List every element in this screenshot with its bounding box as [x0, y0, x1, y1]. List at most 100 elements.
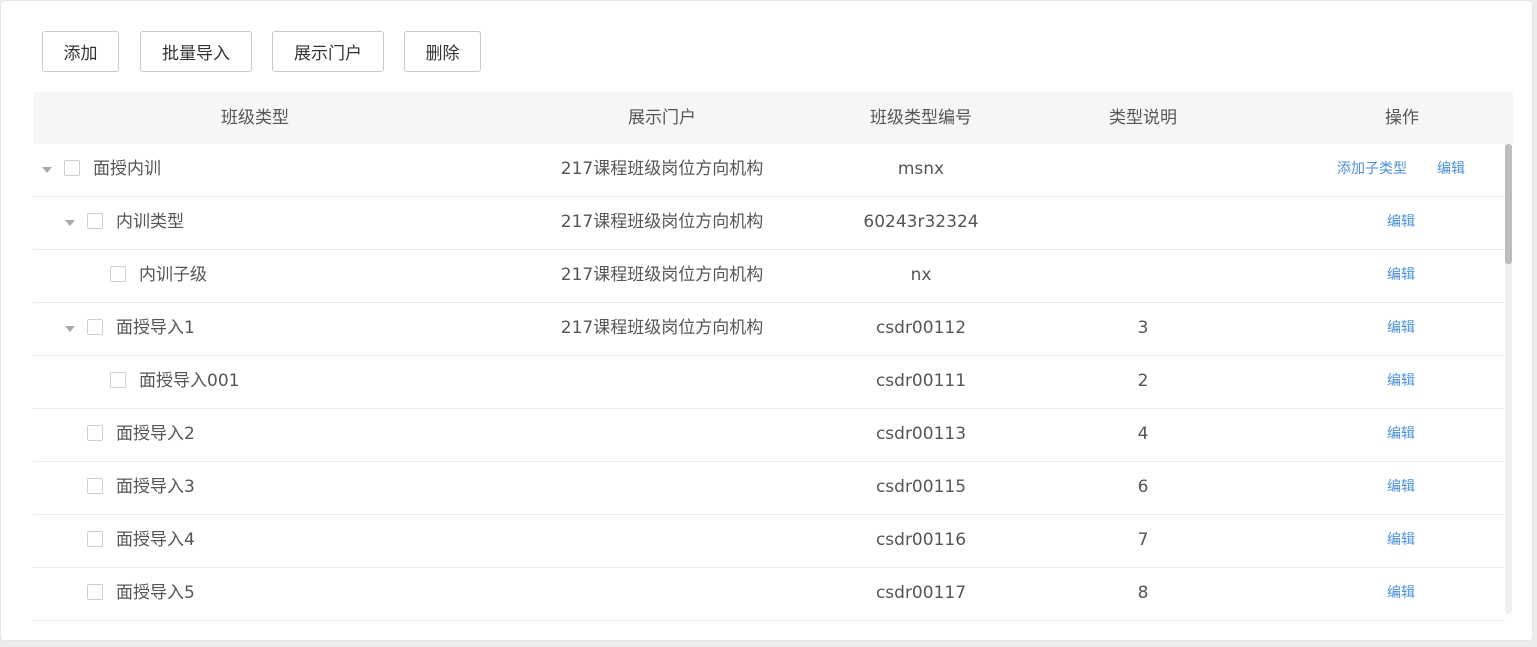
- actions-cell: 编辑: [1291, 409, 1513, 461]
- table-row: 面授导入1 217课程班级岗位方向机构 csdr00112 3 编辑: [33, 303, 1505, 356]
- row-checkbox[interactable]: [87, 425, 103, 441]
- content-panel: 添加 批量导入 展示门户 删除 班级类型 展示门户 班级类型编号 类型说明 操作…: [0, 0, 1533, 641]
- class-type-cell: 面授内训: [33, 144, 477, 196]
- add-button[interactable]: 添加: [42, 31, 119, 72]
- header-actions: 操作: [1385, 108, 1419, 128]
- expand-caret-icon[interactable]: [42, 167, 52, 173]
- class-type-cell: 面授导入5: [33, 568, 477, 620]
- table-row: 内训子级 217课程班级岗位方向机构 nx 编辑: [33, 250, 1505, 303]
- portal-cell: [477, 568, 847, 620]
- class-type-cell: 内训类型: [33, 197, 477, 249]
- actions-cell: 编辑: [1291, 250, 1513, 302]
- add-subtype-link[interactable]: 添加子类型: [1337, 144, 1407, 194]
- edit-link[interactable]: 编辑: [1387, 409, 1415, 459]
- class-type-name: 面授导入3: [116, 477, 195, 497]
- class-type-table: 班级类型 展示门户 班级类型编号 类型说明 操作 面授内训 217课程班级岗位方向…: [33, 92, 1513, 621]
- actions-cell: 编辑: [1291, 515, 1513, 567]
- edit-link[interactable]: 编辑: [1387, 568, 1415, 618]
- actions-cell: 编辑: [1291, 568, 1513, 620]
- edit-link[interactable]: 编辑: [1437, 144, 1465, 194]
- type-code-cell: csdr00115: [875, 477, 967, 497]
- header-class-type: 班级类型: [221, 108, 289, 128]
- type-desc-cell: [995, 250, 1291, 302]
- edit-link[interactable]: 编辑: [1387, 250, 1415, 300]
- class-type-cell: 面授导入2: [33, 409, 477, 461]
- type-code-cell: csdr00111: [875, 371, 967, 391]
- class-type-name: 面授导入4: [116, 530, 195, 550]
- type-code-cell: msnx: [897, 159, 945, 179]
- class-type-cell: 面授导入001: [33, 356, 477, 408]
- batch-import-button[interactable]: 批量导入: [140, 31, 252, 72]
- class-type-cell: 面授导入3: [33, 462, 477, 514]
- table-body: 面授内训 217课程班级岗位方向机构 msnx 添加子类型 编辑 内训类型 217课程班级岗…: [33, 144, 1505, 621]
- portal-cell: [477, 515, 847, 567]
- portal-cell: 217课程班级岗位方向机构: [560, 265, 764, 285]
- class-type-name: 面授内训: [93, 159, 161, 179]
- header-type-desc: 类型说明: [1109, 108, 1177, 128]
- actions-cell: 编辑: [1291, 197, 1513, 249]
- type-code-cell: csdr00113: [875, 424, 967, 444]
- vertical-scrollbar[interactable]: [1505, 144, 1512, 614]
- class-type-cell: 内训子级: [33, 250, 477, 302]
- portal-cell: [477, 356, 847, 408]
- table-row: 内训类型 217课程班级岗位方向机构 60243r32324 编辑: [33, 197, 1505, 250]
- table-row: 面授导入5 csdr00117 8 编辑: [33, 568, 1505, 621]
- scrollbar-thumb[interactable]: [1505, 144, 1512, 264]
- expand-caret-icon[interactable]: [65, 326, 75, 332]
- class-type-name: 面授导入1: [116, 318, 195, 338]
- edit-link[interactable]: 编辑: [1387, 197, 1415, 247]
- type-desc-cell: 8: [1137, 583, 1149, 603]
- expand-caret-icon[interactable]: [65, 220, 75, 226]
- portal-cell: [477, 462, 847, 514]
- row-checkbox[interactable]: [110, 266, 126, 282]
- table-row: 面授导入3 csdr00115 6 编辑: [33, 462, 1505, 515]
- class-type-name: 内训类型: [116, 212, 184, 232]
- edit-link[interactable]: 编辑: [1387, 515, 1415, 565]
- type-code-cell: csdr00112: [875, 318, 967, 338]
- portal-cell: 217课程班级岗位方向机构: [560, 212, 764, 232]
- table-row: 面授内训 217课程班级岗位方向机构 msnx 添加子类型 编辑: [33, 144, 1505, 197]
- class-type-name: 面授导入001: [139, 371, 240, 391]
- class-type-cell: 面授导入4: [33, 515, 477, 567]
- row-checkbox[interactable]: [87, 478, 103, 494]
- type-desc-cell: 4: [1137, 424, 1149, 444]
- table-row: 面授导入2 csdr00113 4 编辑: [33, 409, 1505, 462]
- actions-cell: 编辑: [1291, 303, 1513, 355]
- actions-cell: 编辑: [1291, 356, 1513, 408]
- class-type-name: 面授导入5: [116, 583, 195, 603]
- portal-cell: 217课程班级岗位方向机构: [560, 318, 764, 338]
- row-checkbox[interactable]: [64, 160, 80, 176]
- edit-link[interactable]: 编辑: [1387, 356, 1415, 406]
- table-row: 面授导入001 csdr00111 2 编辑: [33, 356, 1505, 409]
- row-checkbox[interactable]: [87, 531, 103, 547]
- type-desc-cell: 3: [1137, 318, 1149, 338]
- type-desc-cell: 6: [1137, 477, 1149, 497]
- actions-cell: 编辑: [1291, 462, 1513, 514]
- table-row: 面授导入4 csdr00116 7 编辑: [33, 515, 1505, 568]
- class-type-name: 内训子级: [139, 265, 207, 285]
- header-type-code: 班级类型编号: [870, 108, 972, 128]
- row-checkbox[interactable]: [87, 584, 103, 600]
- class-type-name: 面授导入2: [116, 424, 195, 444]
- delete-button[interactable]: 删除: [404, 31, 481, 72]
- type-code-cell: csdr00116: [875, 530, 967, 550]
- header-portal: 展示门户: [628, 108, 696, 128]
- portal-cell: 217课程班级岗位方向机构: [560, 159, 764, 179]
- show-portal-button[interactable]: 展示门户: [272, 31, 384, 72]
- portal-cell: [477, 409, 847, 461]
- table-header: 班级类型 展示门户 班级类型编号 类型说明 操作: [33, 92, 1513, 144]
- type-desc-cell: 2: [1137, 371, 1149, 391]
- type-desc-cell: 7: [1137, 530, 1149, 550]
- actions-cell: 添加子类型 编辑: [1291, 144, 1513, 196]
- edit-link[interactable]: 编辑: [1387, 462, 1415, 512]
- edit-link[interactable]: 编辑: [1387, 303, 1415, 353]
- row-checkbox[interactable]: [87, 319, 103, 335]
- type-code-cell: csdr00117: [875, 583, 967, 603]
- type-desc-cell: [995, 197, 1291, 249]
- type-desc-cell: [995, 144, 1291, 196]
- class-type-cell: 面授导入1: [33, 303, 477, 355]
- row-checkbox[interactable]: [110, 372, 126, 388]
- row-checkbox[interactable]: [87, 213, 103, 229]
- type-code-cell: 60243r32324: [863, 212, 979, 232]
- type-code-cell: nx: [910, 265, 932, 285]
